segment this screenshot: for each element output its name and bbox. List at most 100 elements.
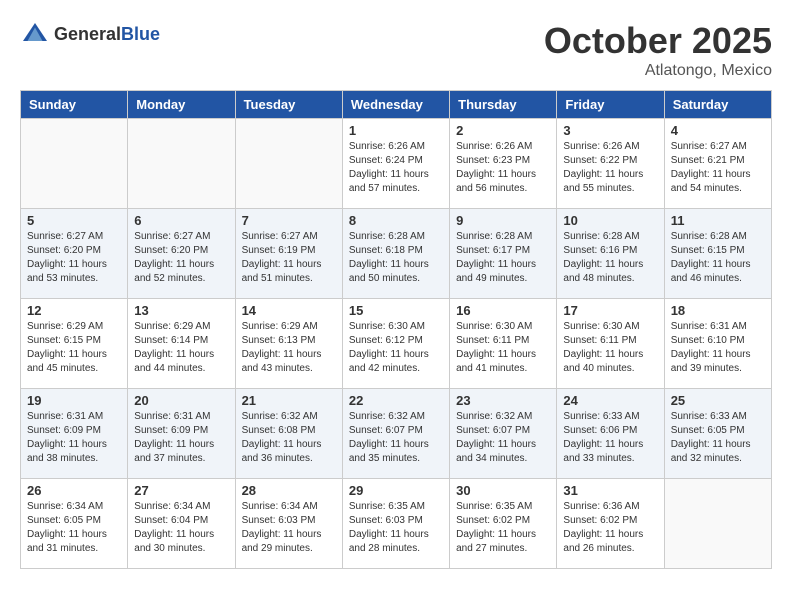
day-number: 26 [27, 483, 121, 498]
day-number: 21 [242, 393, 336, 408]
day-info: Sunrise: 6:30 AM Sunset: 6:11 PM Dayligh… [456, 320, 550, 376]
day-info: Sunrise: 6:29 AM Sunset: 6:15 PM Dayligh… [27, 320, 121, 376]
day-number: 31 [563, 483, 657, 498]
day-info: Sunrise: 6:30 AM Sunset: 6:11 PM Dayligh… [563, 320, 657, 376]
day-info: Sunrise: 6:26 AM Sunset: 6:22 PM Dayligh… [563, 140, 657, 196]
calendar-day-cell: 25 Sunrise: 6:33 AM Sunset: 6:05 PM Dayli… [664, 389, 771, 479]
calendar-day-cell: 14Sunrise: 6:29 AM Sunset: 6:13 PM Dayli… [235, 299, 342, 389]
day-info: Sunrise: 6:27 AM Sunset: 6:21 PM Dayligh… [671, 140, 765, 196]
calendar-day-cell: 26 Sunrise: 6:34 AM Sunset: 6:05 PM Dayli… [21, 479, 128, 569]
day-info: Sunrise: 6:32 AM Sunset: 6:08 PM Dayligh… [242, 410, 336, 466]
day-info: Sunrise: 6:33 AM Sunset: 6:05 PM Dayligh… [671, 410, 765, 466]
day-info: Sunrise: 6:36 AM Sunset: 6:02 PM Dayligh… [563, 500, 657, 556]
calendar-day-cell: 17 Sunrise: 6:30 AM Sunset: 6:11 PM Dayli… [557, 299, 664, 389]
calendar-day-cell: 13 Sunrise: 6:29 AM Sunset: 6:14 PM Dayli… [128, 299, 235, 389]
day-number: 8 [349, 213, 443, 228]
logo-general: GeneralBlue [54, 25, 160, 45]
day-info: Sunrise: 6:31 AM Sunset: 6:09 PM Dayligh… [134, 410, 228, 466]
day-info: Sunrise: 6:28 AM Sunset: 6:18 PM Dayligh… [349, 230, 443, 286]
calendar-day-cell: 24 Sunrise: 6:33 AM Sunset: 6:06 PM Dayli… [557, 389, 664, 479]
day-number: 7 [242, 213, 336, 228]
calendar-day-cell: 28Sunrise: 6:34 AM Sunset: 6:03 PM Dayli… [235, 479, 342, 569]
day-number: 10 [563, 213, 657, 228]
calendar-day-cell: 5 Sunrise: 6:27 AM Sunset: 6:20 PM Daylig… [21, 209, 128, 299]
calendar-header: SundayMondayTuesdayWednesdayThursdayFrid… [21, 91, 772, 119]
calendar-day-cell: 29 Sunrise: 6:35 AM Sunset: 6:03 PM Dayli… [342, 479, 449, 569]
day-number: 15 [349, 303, 443, 318]
logo: GeneralBlue [20, 20, 160, 50]
calendar-day-cell: 21 Sunrise: 6:32 AM Sunset: 6:08 PM Dayli… [235, 389, 342, 479]
calendar-day-cell: 22Sunrise: 6:32 AM Sunset: 6:07 PM Dayli… [342, 389, 449, 479]
title-block: October 2025 Atlatongo, Mexico [544, 20, 772, 80]
calendar-day-cell [235, 119, 342, 209]
day-number: 19 [27, 393, 121, 408]
calendar-day-cell [128, 119, 235, 209]
day-number: 18 [671, 303, 765, 318]
day-number: 11 [671, 213, 765, 228]
day-number: 12 [27, 303, 121, 318]
day-number: 4 [671, 123, 765, 138]
day-info: Sunrise: 6:35 AM Sunset: 6:03 PM Dayligh… [349, 500, 443, 556]
day-info: Sunrise: 6:27 AM Sunset: 6:20 PM Dayligh… [27, 230, 121, 286]
weekday-header: Saturday [664, 91, 771, 119]
day-number: 20 [134, 393, 228, 408]
calendar-day-cell: 15 Sunrise: 6:30 AM Sunset: 6:12 PM Dayli… [342, 299, 449, 389]
day-info: Sunrise: 6:27 AM Sunset: 6:19 PM Dayligh… [242, 230, 336, 286]
calendar-week-row: 26 Sunrise: 6:34 AM Sunset: 6:05 PM Dayli… [21, 479, 772, 569]
day-info: Sunrise: 6:31 AM Sunset: 6:09 PM Dayligh… [27, 410, 121, 466]
weekday-header: Sunday [21, 91, 128, 119]
day-number: 16 [456, 303, 550, 318]
calendar-day-cell: 20 Sunrise: 6:31 AM Sunset: 6:09 PM Dayli… [128, 389, 235, 479]
calendar-day-cell: 12 Sunrise: 6:29 AM Sunset: 6:15 PM Dayli… [21, 299, 128, 389]
logo-icon [20, 20, 50, 50]
calendar-day-cell [664, 479, 771, 569]
day-number: 5 [27, 213, 121, 228]
calendar-day-cell: 3 Sunrise: 6:26 AM Sunset: 6:22 PM Daylig… [557, 119, 664, 209]
day-number: 23 [456, 393, 550, 408]
day-info: Sunrise: 6:34 AM Sunset: 6:05 PM Dayligh… [27, 500, 121, 556]
calendar-week-row: 1 Sunrise: 6:26 AM Sunset: 6:24 PM Daylig… [21, 119, 772, 209]
calendar-week-row: 5 Sunrise: 6:27 AM Sunset: 6:20 PM Daylig… [21, 209, 772, 299]
day-info: Sunrise: 6:29 AM Sunset: 6:13 PM Dayligh… [242, 320, 336, 376]
day-info: Sunrise: 6:33 AM Sunset: 6:06 PM Dayligh… [563, 410, 657, 466]
day-number: 13 [134, 303, 228, 318]
day-number: 25 [671, 393, 765, 408]
day-info: Sunrise: 6:28 AM Sunset: 6:16 PM Dayligh… [563, 230, 657, 286]
day-number: 1 [349, 123, 443, 138]
day-info: Sunrise: 6:30 AM Sunset: 6:12 PM Dayligh… [349, 320, 443, 376]
calendar-table: SundayMondayTuesdayWednesdayThursdayFrid… [20, 90, 772, 569]
day-number: 3 [563, 123, 657, 138]
weekday-header: Wednesday [342, 91, 449, 119]
calendar-day-cell: 16 Sunrise: 6:30 AM Sunset: 6:11 PM Dayli… [450, 299, 557, 389]
calendar-day-cell: 10 Sunrise: 6:28 AM Sunset: 6:16 PM Dayli… [557, 209, 664, 299]
day-info: Sunrise: 6:27 AM Sunset: 6:20 PM Dayligh… [134, 230, 228, 286]
calendar-day-cell: 6 Sunrise: 6:27 AM Sunset: 6:20 PM Daylig… [128, 209, 235, 299]
calendar-day-cell: 1 Sunrise: 6:26 AM Sunset: 6:24 PM Daylig… [342, 119, 449, 209]
day-number: 29 [349, 483, 443, 498]
month-title: October 2025 [544, 20, 772, 62]
weekday-header: Tuesday [235, 91, 342, 119]
location-title: Atlatongo, Mexico [544, 62, 772, 80]
weekday-header: Friday [557, 91, 664, 119]
day-number: 9 [456, 213, 550, 228]
weekday-header: Thursday [450, 91, 557, 119]
calendar-day-cell: 27Sunrise: 6:34 AM Sunset: 6:04 PM Dayli… [128, 479, 235, 569]
calendar-day-cell: 19 Sunrise: 6:31 AM Sunset: 6:09 PM Dayli… [21, 389, 128, 479]
calendar-week-row: 19 Sunrise: 6:31 AM Sunset: 6:09 PM Dayli… [21, 389, 772, 479]
day-info: Sunrise: 6:34 AM Sunset: 6:04 PM Dayligh… [134, 500, 228, 556]
calendar-week-row: 12 Sunrise: 6:29 AM Sunset: 6:15 PM Dayli… [21, 299, 772, 389]
calendar-day-cell: 18 Sunrise: 6:31 AM Sunset: 6:10 PM Dayli… [664, 299, 771, 389]
day-number: 17 [563, 303, 657, 318]
calendar-day-cell: 23 Sunrise: 6:32 AM Sunset: 6:07 PM Dayli… [450, 389, 557, 479]
calendar-day-cell: 9Sunrise: 6:28 AM Sunset: 6:17 PM Daylig… [450, 209, 557, 299]
calendar-day-cell [21, 119, 128, 209]
day-number: 2 [456, 123, 550, 138]
day-info: Sunrise: 6:28 AM Sunset: 6:15 PM Dayligh… [671, 230, 765, 286]
day-info: Sunrise: 6:31 AM Sunset: 6:10 PM Dayligh… [671, 320, 765, 376]
weekday-header: Monday [128, 91, 235, 119]
day-number: 24 [563, 393, 657, 408]
day-info: Sunrise: 6:32 AM Sunset: 6:07 PM Dayligh… [456, 410, 550, 466]
day-number: 6 [134, 213, 228, 228]
day-info: Sunrise: 6:26 AM Sunset: 6:24 PM Dayligh… [349, 140, 443, 196]
day-info: Sunrise: 6:29 AM Sunset: 6:14 PM Dayligh… [134, 320, 228, 376]
